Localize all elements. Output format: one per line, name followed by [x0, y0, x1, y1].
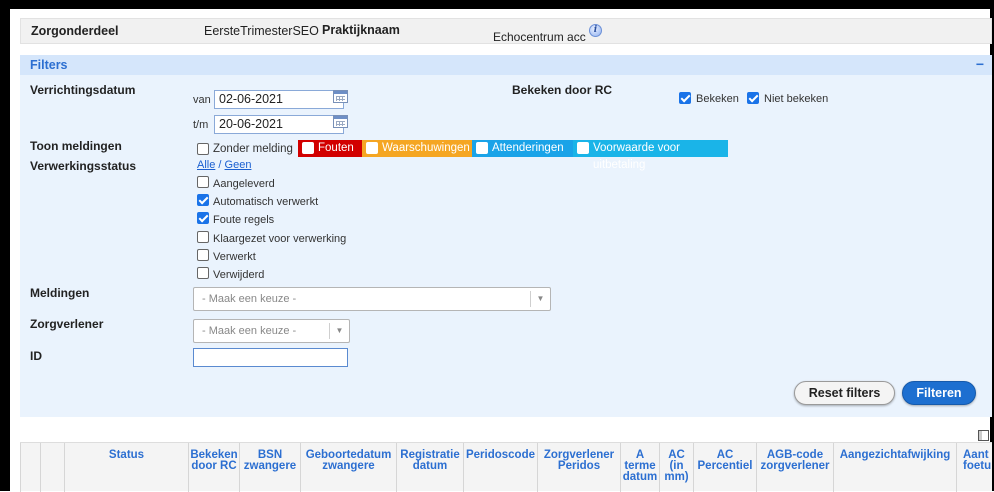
- bekeken-option-label: Bekeken: [696, 93, 739, 105]
- column-header-registratie[interactable]: Registratie datum: [396, 443, 463, 492]
- bekeken-checkbox[interactable]: [679, 92, 691, 104]
- filters-title: Filters: [30, 58, 68, 72]
- meldingen-placeholder: - Maak een keuze -: [202, 293, 297, 305]
- column-header-status[interactable]: Status: [64, 443, 188, 492]
- chevron-down-icon[interactable]: ▼: [530, 291, 550, 307]
- geen-link[interactable]: Geen: [225, 159, 252, 171]
- automatisch-verwerkt-label: Automatisch verwerkt: [213, 196, 319, 208]
- voorwaarde-label: Voorwaarde voor uitbetaling: [593, 142, 680, 171]
- foute-regels-checkbox[interactable]: [197, 212, 209, 224]
- date-from-input[interactable]: 02-06-2021: [214, 90, 344, 109]
- date-to-input[interactable]: 20-06-2021: [214, 115, 344, 134]
- zonder-melding-label: Zonder melding: [213, 143, 293, 155]
- column-header-aantal-foetussen[interactable]: Aant foetu: [956, 443, 992, 492]
- alle-link[interactable]: Alle: [197, 159, 215, 171]
- calendar-icon[interactable]: [333, 90, 348, 103]
- column-header-zorgverlener-peridos[interactable]: Zorgverlener Peridos: [537, 443, 620, 492]
- results-table-header: Status Bekeken door RC BSN zwangere Geboor…: [20, 442, 992, 492]
- aangeleverd-label: Aangeleverd: [213, 178, 275, 190]
- column-header-bsn[interactable]: BSN zwangere: [239, 443, 300, 492]
- klaargezet-label: Klaargezet voor verwerking: [213, 233, 347, 245]
- column-header-peridoscode[interactable]: Peridoscode: [463, 443, 537, 492]
- attenderingen-label: Attenderingen: [492, 142, 564, 154]
- niet-bekeken-option-label: Niet bekeken: [764, 93, 829, 105]
- window-frame-left: [0, 0, 10, 491]
- bekeken-door-rc-label: Bekeken door RC: [512, 83, 613, 97]
- filters-panel: Filters − Verrichtingsdatum van 02-06-20…: [20, 55, 992, 417]
- fouten-checkbox[interactable]: [302, 142, 314, 154]
- table-select-column: [20, 443, 40, 492]
- foute-regels-label: Foute regels: [213, 214, 275, 226]
- link-separator: /: [218, 159, 222, 171]
- van-label: van: [193, 94, 211, 106]
- zorgverlener-select[interactable]: - Maak een keuze - ▼: [193, 319, 350, 343]
- column-header-aangezichtafwijking[interactable]: Aangezichtafwijking: [833, 443, 956, 492]
- chevron-down-icon[interactable]: ▼: [329, 323, 349, 339]
- info-icon[interactable]: i: [589, 24, 602, 37]
- id-input[interactable]: [193, 348, 348, 367]
- praktijknaam-value: Echocentrum acc: [493, 30, 586, 44]
- column-header-agb-code[interactable]: AGB-code zorgverlener: [756, 443, 833, 492]
- reset-filters-button[interactable]: Reset filters: [794, 381, 895, 405]
- waarschuwingen-label: Waarschuwingen: [382, 142, 470, 154]
- zorgonderdeel-value: EersteTrimesterSEO: [204, 24, 319, 38]
- meldingen-label: Meldingen: [30, 286, 90, 300]
- filters-header[interactable]: Filters −: [20, 55, 992, 75]
- tm-label: t/m: [193, 119, 209, 131]
- table-action-column: [40, 443, 64, 492]
- id-label: ID: [30, 349, 42, 363]
- attenderingen-tag[interactable]: Attenderingen: [472, 140, 573, 157]
- select-all-none: Alle / Geen: [197, 159, 251, 171]
- klaargezet-checkbox[interactable]: [197, 231, 209, 243]
- fouten-tag[interactable]: Fouten: [298, 140, 362, 157]
- voorwaarde-tag[interactable]: Voorwaarde voor uitbetaling: [573, 140, 728, 171]
- toon-meldingen-label: Toon meldingen: [30, 139, 122, 153]
- niet-bekeken-checkbox[interactable]: [747, 92, 759, 104]
- collapse-icon[interactable]: −: [976, 56, 984, 72]
- window-frame-top: [0, 0, 994, 9]
- waarschuwingen-checkbox[interactable]: [366, 142, 378, 154]
- automatisch-verwerkt-checkbox[interactable]: [197, 194, 209, 206]
- verwijderd-checkbox[interactable]: [197, 267, 209, 279]
- column-chooser-icon[interactable]: [978, 430, 989, 441]
- context-header: Zorgonderdeel EersteTrimesterSEO Praktij…: [20, 18, 992, 44]
- calendar-icon[interactable]: [333, 115, 348, 128]
- zorgverlener-placeholder: - Maak een keuze -: [202, 325, 297, 337]
- verwerkingsstatus-label: Verwerkingsstatus: [30, 159, 137, 173]
- zorgonderdeel-label: Zorgonderdeel: [31, 24, 119, 38]
- voorwaarde-checkbox[interactable]: [577, 142, 589, 154]
- column-header-ac-mm[interactable]: AC (in mm): [659, 443, 693, 492]
- meldingen-select[interactable]: - Maak een keuze - ▼: [193, 287, 551, 311]
- verwerkt-label: Verwerkt: [213, 251, 256, 263]
- column-header-geboortedatum[interactable]: Geboortedatum zwangere: [300, 443, 396, 492]
- zorgverlener-label: Zorgverlener: [30, 317, 104, 331]
- verwijderd-label: Verwijderd: [213, 269, 265, 281]
- attenderingen-checkbox[interactable]: [476, 142, 488, 154]
- praktijknaam-label: Praktijknaam: [322, 23, 400, 37]
- column-header-ac-percentiel[interactable]: AC Percentiel: [693, 443, 756, 492]
- zonder-melding-checkbox[interactable]: [197, 143, 209, 155]
- column-header-a-terme-datum[interactable]: Aterme datum: [620, 443, 659, 492]
- verwerkt-checkbox[interactable]: [197, 249, 209, 261]
- aangeleverd-checkbox[interactable]: [197, 176, 209, 188]
- fouten-label: Fouten: [318, 142, 354, 154]
- waarschuwingen-tag[interactable]: Waarschuwingen: [362, 140, 472, 157]
- column-header-bekeken[interactable]: Bekeken door RC: [188, 443, 239, 492]
- filter-button[interactable]: Filteren: [902, 381, 976, 405]
- verrichtingsdatum-label: Verrichtingsdatum: [30, 83, 136, 97]
